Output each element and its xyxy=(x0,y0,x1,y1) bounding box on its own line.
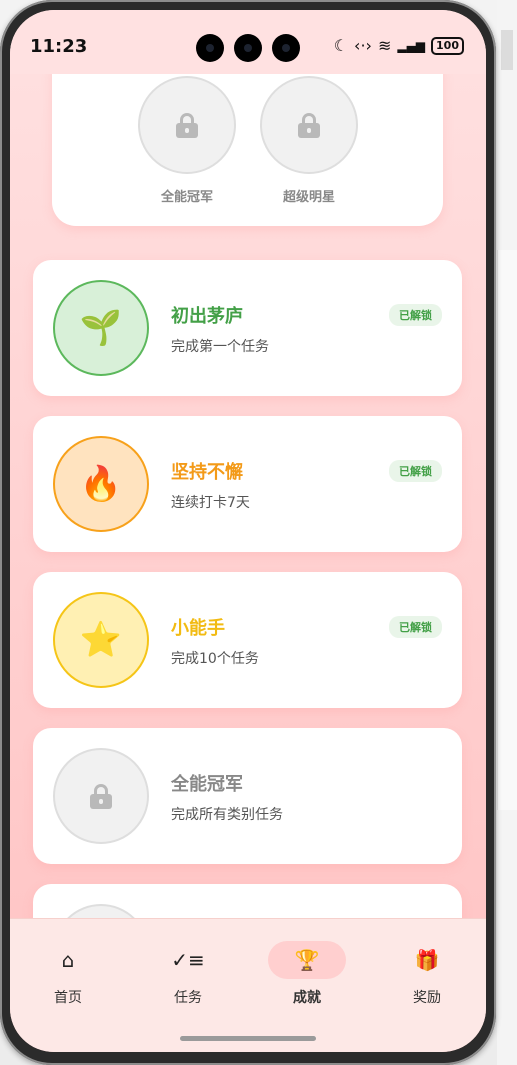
status-time: 11:23 xyxy=(30,36,88,57)
lock-icon xyxy=(53,748,149,844)
achievement-card-champion[interactable]: 全能冠军 完成所有类别任务 xyxy=(33,728,462,864)
achievement-desc: 完成第一个任务 xyxy=(171,339,269,355)
camera-cutout xyxy=(234,34,262,62)
moon-icon: ☾ xyxy=(333,36,349,55)
camera-cutout xyxy=(272,34,300,62)
tab-achievements[interactable]: 🏆 成就 xyxy=(267,939,347,1007)
badge-all-round-champion[interactable]: 全能冠军 xyxy=(138,76,236,205)
data-transfer-icon: ‹·› xyxy=(354,36,372,55)
star-icon: ⭐ xyxy=(53,592,149,688)
unlocked-badge: 已解锁 xyxy=(389,616,442,638)
locked-badges-card: 全能冠军 超级明星 xyxy=(52,50,443,226)
achievement-desc: 完成所有类别任务 xyxy=(171,807,283,823)
tab-rewards[interactable]: 🎁 奖励 xyxy=(387,939,467,1007)
achievement-title: 坚持不懈 xyxy=(171,462,243,483)
achievement-title: 全能冠军 xyxy=(171,774,243,795)
tab-tasks[interactable]: ✓≡ 任务 xyxy=(148,939,228,1007)
achievement-desc: 连续打卡7天 xyxy=(171,495,250,511)
system-icons: ☾ ‹·› ≋ ▂▄▆ 100 xyxy=(334,36,464,55)
achievement-card-persistence[interactable]: 🔥 坚持不懈 连续打卡7天 已解锁 xyxy=(33,416,462,552)
gift-icon: 🎁 xyxy=(414,948,440,972)
side-tab xyxy=(501,30,513,70)
wifi-icon: ≋ xyxy=(377,36,392,55)
tab-label: 成就 xyxy=(293,990,321,1006)
home-indicator[interactable] xyxy=(180,1036,316,1041)
achievements-scroll[interactable]: 全能冠军 超级明星 🌱 初出茅庐 完成第一个任务 已解锁 🔥 坚持不懈 连续打卡… xyxy=(10,10,486,918)
phone-frame: 全能冠军 超级明星 🌱 初出茅庐 完成第一个任务 已解锁 🔥 坚持不懈 连续打卡… xyxy=(0,0,496,1065)
badge-super-star[interactable]: 超级明星 xyxy=(260,76,358,205)
battery-icon: 100 xyxy=(431,36,464,55)
tab-label: 奖励 xyxy=(413,990,441,1006)
camera-cutout xyxy=(196,34,224,62)
side-strip xyxy=(497,0,517,1065)
unlocked-badge: 已解锁 xyxy=(389,460,442,482)
lock-icon xyxy=(53,904,149,918)
achievement-card-handy[interactable]: ⭐ 小能手 完成10个任务 已解锁 xyxy=(33,572,462,708)
achievement-card-partial[interactable] xyxy=(33,884,462,918)
fire-icon: 🔥 xyxy=(53,436,149,532)
achievement-desc: 完成10个任务 xyxy=(171,651,259,667)
achievement-card-beginner[interactable]: 🌱 初出茅庐 完成第一个任务 已解锁 xyxy=(33,260,462,396)
lock-icon xyxy=(176,113,198,138)
unlocked-badge: 已解锁 xyxy=(389,304,442,326)
badge-circle xyxy=(260,76,358,174)
app-screen: 全能冠军 超级明星 🌱 初出茅庐 完成第一个任务 已解锁 🔥 坚持不懈 连续打卡… xyxy=(10,10,486,1052)
tab-label: 首页 xyxy=(54,990,82,1006)
status-bar: 11:23 ☾ ‹·› ≋ ▂▄▆ 100 xyxy=(10,10,486,74)
tab-icon-wrap: 🏆 xyxy=(267,939,347,981)
signal-icon: ▂▄▆ xyxy=(397,38,426,53)
tab-label: 任务 xyxy=(174,990,202,1006)
lock-icon xyxy=(298,113,320,138)
trophy-icon: 🏆 xyxy=(268,941,346,979)
badge-label: 超级明星 xyxy=(282,190,335,205)
tab-home[interactable]: ⌂ 首页 xyxy=(28,939,108,1007)
side-panel xyxy=(497,250,517,810)
achievement-title: 初出茅庐 xyxy=(171,306,243,327)
badge-circle xyxy=(138,76,236,174)
home-icon: ⌂ xyxy=(61,948,75,972)
bottom-tab-bar: ⌂ 首页 ✓≡ 任务 🏆 成就 🎁 奖励 xyxy=(10,918,486,1052)
achievement-title: 小能手 xyxy=(171,618,225,639)
sprout-icon: 🌱 xyxy=(53,280,149,376)
checklist-icon: ✓≡ xyxy=(171,948,205,972)
badge-label: 全能冠军 xyxy=(160,190,213,205)
